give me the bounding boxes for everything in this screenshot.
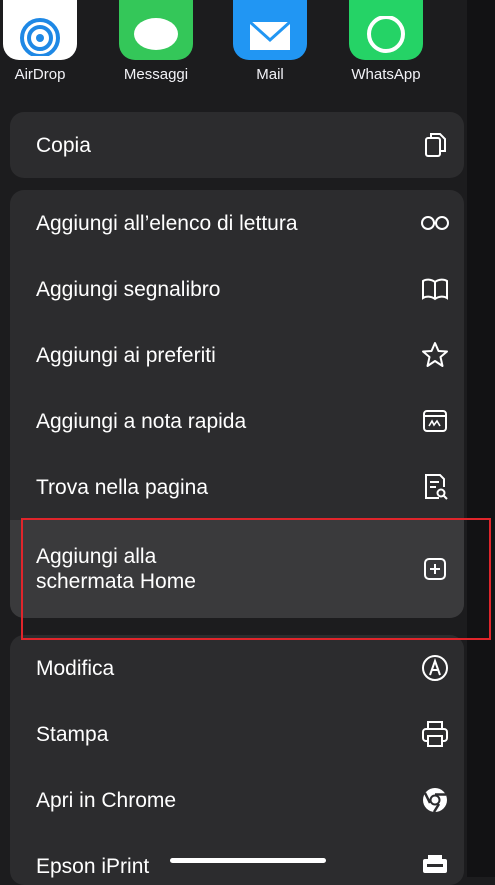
action-label: Apri in Chrome bbox=[36, 788, 177, 812]
add-square-icon bbox=[418, 552, 452, 586]
action-label: Aggiungi alla schermata Home bbox=[36, 545, 196, 593]
markup-icon bbox=[418, 651, 452, 685]
action-reading-list[interactable]: Aggiungi all’elenco di lettura bbox=[10, 190, 464, 256]
action-label: Trova nella pagina bbox=[36, 475, 208, 499]
action-label: Modifica bbox=[36, 656, 115, 680]
action-label: Aggiungi segnalibro bbox=[36, 277, 221, 301]
action-favorites[interactable]: Aggiungi ai preferiti bbox=[10, 322, 464, 388]
actions-group: Aggiungi all’elenco di lettura Aggiungi … bbox=[10, 190, 464, 618]
copy-icon bbox=[418, 128, 452, 162]
app-whatsapp[interactable]: WhatsApp bbox=[342, 0, 430, 83]
epson-icon bbox=[418, 849, 452, 883]
whatsapp-icon bbox=[349, 0, 423, 60]
share-apps-row: AirDrop Messaggi Mail WhatsApp N bbox=[0, 0, 495, 96]
mail-icon bbox=[233, 0, 307, 60]
app-label: Messaggi bbox=[123, 66, 189, 83]
action-open-in-chrome[interactable]: Apri in Chrome bbox=[10, 767, 464, 833]
app-label: WhatsApp bbox=[351, 66, 421, 83]
action-copy[interactable]: Copia bbox=[10, 112, 464, 178]
app-messaggi[interactable]: Messaggi bbox=[112, 0, 200, 83]
printer-icon bbox=[418, 717, 452, 751]
airdrop-icon bbox=[3, 0, 77, 60]
copy-group: Copia bbox=[10, 112, 464, 178]
app-airdrop[interactable]: AirDrop bbox=[0, 0, 84, 83]
action-label: Stampa bbox=[36, 722, 109, 746]
action-label: Aggiungi a nota rapida bbox=[36, 409, 247, 433]
edge-shadow bbox=[467, 0, 495, 877]
star-icon bbox=[418, 338, 452, 372]
glasses-icon bbox=[418, 206, 452, 240]
action-add-to-home-screen[interactable]: Aggiungi alla schermata Home bbox=[10, 520, 464, 618]
action-label: Epson iPrint bbox=[36, 854, 150, 878]
action-quick-note[interactable]: Aggiungi a nota rapida bbox=[10, 388, 464, 454]
action-edit[interactable]: Modifica bbox=[10, 635, 464, 701]
action-find-in-page[interactable]: Trova nella pagina bbox=[10, 454, 464, 520]
action-bookmark[interactable]: Aggiungi segnalibro bbox=[10, 256, 464, 322]
more-actions-group: Modifica Stampa Apri in Chrome Epson iPr… bbox=[10, 635, 464, 885]
home-indicator bbox=[170, 858, 326, 863]
action-label: Aggiungi all’elenco di lettura bbox=[36, 211, 298, 235]
app-label: Mail bbox=[256, 66, 284, 83]
action-label: Copia bbox=[36, 133, 91, 157]
action-print[interactable]: Stampa bbox=[10, 701, 464, 767]
app-mail[interactable]: Mail bbox=[226, 0, 314, 83]
messages-icon bbox=[119, 0, 193, 60]
find-in-page-icon bbox=[418, 470, 452, 504]
book-icon bbox=[418, 272, 452, 306]
chrome-icon bbox=[418, 783, 452, 817]
app-label: AirDrop bbox=[14, 66, 66, 83]
quick-note-icon bbox=[418, 404, 452, 438]
action-label: Aggiungi ai preferiti bbox=[36, 343, 216, 367]
